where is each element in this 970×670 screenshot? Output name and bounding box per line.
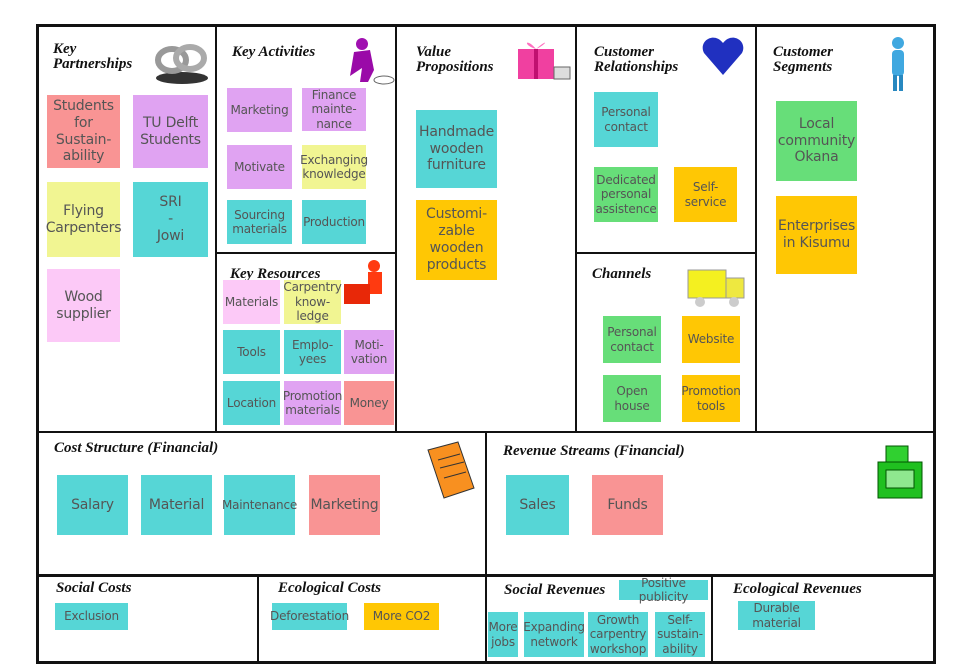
divider — [575, 24, 577, 432]
social-revenues-sticky-note[interactable]: Expanding network — [523, 612, 585, 657]
key-activities-sticky-note[interactable]: Sourcing materials — [227, 200, 292, 244]
divider — [216, 252, 396, 254]
ecological-revenues-sticky-note[interactable]: Durable material — [738, 601, 815, 630]
receipt-icon — [418, 440, 478, 506]
ecological-costs-sticky-note[interactable]: Deforestation — [270, 603, 349, 630]
worker-icon — [340, 36, 396, 90]
customer-segments-title: Customer Segments — [773, 44, 834, 75]
social-revenues-sticky-note[interactable]: Positive publicity — [619, 576, 708, 604]
key-activities-sticky-note[interactable]: Production — [302, 200, 366, 244]
key-resources-sticky-note[interactable]: Moti- vation — [344, 330, 394, 374]
channels-sticky-note[interactable]: Personal contact — [603, 316, 661, 363]
key-activities-sticky-note[interactable]: Exchanging knowledge — [300, 145, 368, 189]
key-partnerships-sticky-note[interactable]: SRI - Jowi — [133, 182, 208, 257]
chain-links-icon — [150, 38, 210, 90]
cost-structure-sticky-note[interactable]: Maintenance — [222, 475, 297, 535]
ecological-costs-title: Ecological Costs — [278, 580, 381, 596]
customer-relationships-title: Customer Relationships — [594, 44, 679, 75]
customer-segments-sticky-note[interactable]: Enterprises in Kisumu — [776, 196, 857, 274]
customer-segments-sticky-note[interactable]: Local community Okana — [776, 101, 857, 181]
cost-structure-sticky-note[interactable]: Salary — [57, 475, 128, 535]
truck-icon — [686, 262, 750, 316]
value-propositions-sticky-note[interactable]: Customi- zable wooden products — [416, 200, 497, 280]
divider — [36, 574, 936, 577]
key-partnerships-title: Key Partnerships — [53, 41, 133, 72]
value-propositions-title: Value Propositions — [416, 44, 494, 75]
customer-relationships-sticky-note[interactable]: Personal contact — [594, 92, 658, 147]
customer-relationships-sticky-note[interactable]: Dedicated personal assistence — [594, 167, 658, 222]
channels-sticky-note[interactable]: Open house — [603, 375, 661, 422]
ecological-revenues-title: Ecological Revenues — [733, 581, 862, 597]
key-resources-sticky-note[interactable]: Carpentry know- ledge — [283, 280, 342, 324]
key-resources-sticky-note[interactable]: Tools — [223, 330, 280, 374]
gift-icon — [514, 35, 574, 89]
key-partnerships-sticky-note[interactable]: Students for Sustain- ability — [47, 95, 120, 168]
divider — [711, 576, 713, 664]
person-with-boxes-icon — [340, 258, 396, 314]
key-activities-sticky-note[interactable]: Finance mainte- nance — [302, 88, 366, 131]
heart-icon — [700, 33, 746, 81]
social-costs-title: Social Costs — [56, 580, 132, 596]
social-revenues-sticky-note[interactable]: More jobs — [488, 612, 518, 657]
cash-register-icon — [872, 440, 928, 508]
social-revenues-title: Social Revenues — [504, 582, 606, 598]
channels-sticky-note[interactable]: Website — [682, 316, 740, 363]
key-activities-sticky-note[interactable]: Marketing — [227, 88, 292, 132]
revenue-streams-sticky-note[interactable]: Funds — [592, 475, 663, 535]
divider — [257, 576, 259, 664]
key-resources-sticky-note[interactable]: Money — [344, 381, 394, 425]
social-costs-sticky-note[interactable]: Exclusion — [55, 603, 128, 630]
divider — [576, 252, 756, 254]
key-resources-sticky-note[interactable]: Promotion materials — [283, 381, 342, 425]
social-revenues-sticky-note[interactable]: Self- sustain- ability — [655, 612, 705, 657]
ecological-costs-sticky-note[interactable]: More CO2 — [364, 603, 439, 630]
value-propositions-sticky-note[interactable]: Handmade wooden furniture — [416, 110, 497, 188]
key-resources-sticky-note[interactable]: Location — [223, 381, 280, 425]
customer-relationships-sticky-note[interactable]: Self- service — [674, 167, 737, 222]
channels-title: Channels — [592, 266, 652, 282]
revenue-streams-sticky-note[interactable]: Sales — [506, 475, 569, 535]
key-partnerships-sticky-note[interactable]: Wood supplier — [47, 269, 120, 342]
divider — [215, 24, 217, 432]
social-revenues-sticky-note[interactable]: Growth carpentry workshop — [588, 612, 648, 657]
divider — [755, 24, 757, 432]
revenue-streams-title: Revenue Streams (Financial) — [503, 443, 685, 459]
key-partnerships-sticky-note[interactable]: Flying Carpenters — [46, 182, 122, 257]
key-activities-title: Key Activities — [232, 44, 316, 60]
key-resources-sticky-note[interactable]: Emplo- yees — [284, 330, 341, 374]
cost-structure-title: Cost Structure (Financial) — [54, 440, 219, 456]
key-activities-sticky-note[interactable]: Motivate — [227, 145, 292, 189]
divider — [485, 432, 487, 664]
person-icon — [884, 35, 914, 99]
key-partnerships-sticky-note[interactable]: TU Delft Students — [133, 95, 208, 168]
channels-sticky-note[interactable]: Promotion tools — [681, 375, 741, 422]
cost-structure-sticky-note[interactable]: Material — [141, 475, 212, 535]
key-resources-sticky-note[interactable]: Materials — [223, 280, 280, 324]
cost-structure-sticky-note[interactable]: Marketing — [309, 475, 380, 535]
